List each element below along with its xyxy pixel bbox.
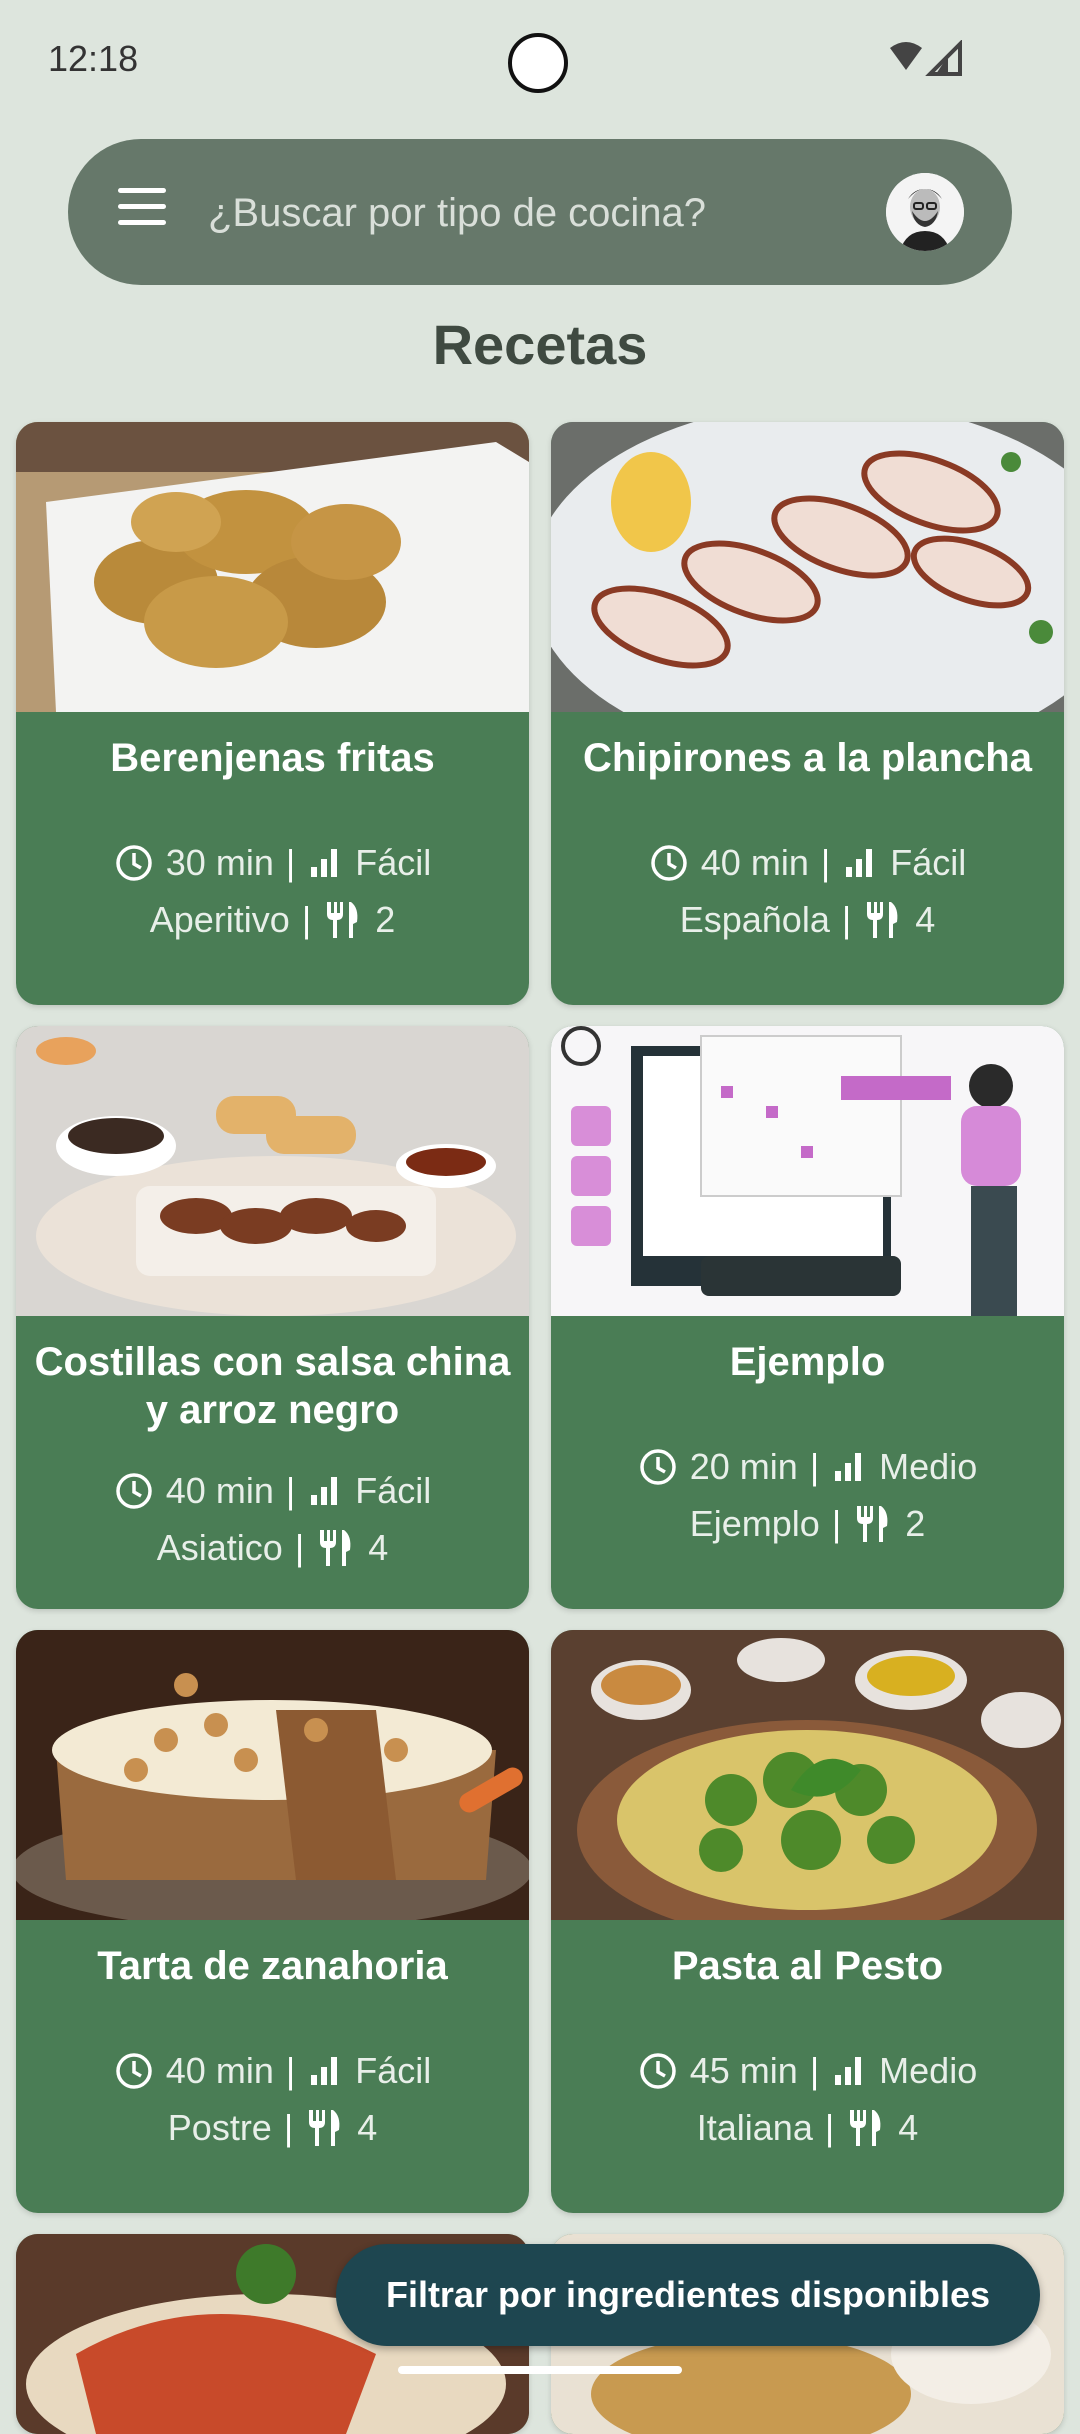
separator: | bbox=[824, 2107, 835, 2148]
recipe-time: 40 min bbox=[165, 1470, 274, 1511]
camera-cutout bbox=[508, 33, 568, 93]
recipe-meta-row: 40 min | Fácil bbox=[16, 2050, 529, 2092]
separator: | bbox=[301, 899, 312, 940]
recipe-time: 45 min bbox=[689, 2050, 798, 2091]
recipe-category: Postre bbox=[167, 2107, 272, 2148]
recipe-difficulty: Medio bbox=[879, 2050, 978, 2091]
recipe-servings: 4 bbox=[898, 2107, 919, 2148]
clock-icon bbox=[651, 845, 687, 881]
recipe-card[interactable]: Pasta al Pesto 45 min | Medio Italiana |… bbox=[551, 1630, 1064, 2213]
recipe-image bbox=[16, 422, 529, 712]
recipe-title: Ejemplo bbox=[729, 1340, 886, 1384]
separator: | bbox=[809, 1446, 820, 1487]
recipe-time: 40 min bbox=[165, 2050, 274, 2091]
recipe-image bbox=[16, 1630, 529, 1920]
difficulty-icon bbox=[835, 1453, 862, 1481]
clock-icon bbox=[640, 2053, 676, 2089]
menu-icon[interactable] bbox=[118, 188, 168, 236]
recipe-card[interactable]: Ejemplo 20 min | Medio Ejemplo | 2 bbox=[551, 1026, 1064, 1609]
recipe-meta-row-2: Asiatico | 4 bbox=[16, 1527, 529, 1569]
recipe-card[interactable]: Chipirones a la plancha 40 min | Fácil E… bbox=[551, 422, 1064, 1005]
recipe-meta-row: 45 min | Medio bbox=[551, 2050, 1064, 2092]
recipe-meta-row-2: Española | 4 bbox=[551, 899, 1064, 941]
recipe-difficulty: Fácil bbox=[890, 842, 967, 883]
recipe-category: Española bbox=[679, 899, 830, 940]
recipe-servings: 4 bbox=[368, 1527, 389, 1568]
recipe-time: 20 min bbox=[689, 1446, 798, 1487]
recipe-image bbox=[551, 1630, 1064, 1920]
recipe-time: 30 min bbox=[165, 842, 274, 883]
recipe-category: Asiatico bbox=[156, 1527, 283, 1568]
recipe-title: Berenjenas fritas bbox=[110, 736, 435, 780]
search-bar bbox=[68, 139, 1012, 285]
difficulty-icon bbox=[846, 849, 873, 877]
recipe-servings: 4 bbox=[915, 899, 936, 940]
recipe-meta-row-2: Ejemplo | 2 bbox=[551, 1503, 1064, 1545]
difficulty-icon bbox=[311, 2057, 338, 2085]
recipe-servings: 2 bbox=[375, 899, 396, 940]
recipe-difficulty: Fácil bbox=[355, 2050, 432, 2091]
clock-icon bbox=[640, 1449, 676, 1485]
recipe-title: Costillas con salsa china y arroz negro bbox=[34, 1340, 511, 1432]
wifi-icon bbox=[890, 42, 922, 70]
recipe-difficulty: Fácil bbox=[355, 842, 432, 883]
difficulty-icon bbox=[311, 849, 338, 877]
filter-ingredients-button[interactable]: Filtrar por ingredientes disponibles bbox=[336, 2244, 1040, 2346]
recipe-meta-row: 40 min | Fácil bbox=[551, 842, 1064, 884]
recipe-difficulty: Medio bbox=[879, 1446, 978, 1487]
separator: | bbox=[841, 899, 852, 940]
status-bar: 12:18 bbox=[0, 0, 1080, 120]
recipe-category: Aperitivo bbox=[149, 899, 290, 940]
clock-icon bbox=[116, 2053, 152, 2089]
recipe-meta-row-2: Italiana | 4 bbox=[551, 2107, 1064, 2149]
page-title: Recetas bbox=[432, 313, 648, 376]
separator: | bbox=[831, 1503, 842, 1544]
separator: | bbox=[285, 1470, 296, 1511]
recipe-category: Italiana bbox=[696, 2107, 813, 2148]
separator: | bbox=[809, 2050, 820, 2091]
difficulty-icon bbox=[835, 2057, 862, 2085]
servings-icon bbox=[309, 2110, 340, 2146]
separator: | bbox=[285, 2050, 296, 2091]
recipe-card[interactable]: Berenjenas fritas 30 min | Fácil Aperiti… bbox=[16, 422, 529, 1005]
servings-icon bbox=[327, 902, 358, 938]
servings-icon bbox=[857, 1506, 888, 1542]
recipe-image bbox=[551, 1026, 1064, 1316]
recipe-meta-row: 40 min | Fácil bbox=[16, 1470, 529, 1512]
recipe-card[interactable]: Tarta de zanahoria 40 min | Fácil Postre… bbox=[16, 1630, 529, 2213]
clock-icon bbox=[116, 1473, 152, 1509]
recipe-meta-row: 20 min | Medio bbox=[551, 1446, 1064, 1488]
recipe-image bbox=[16, 1026, 529, 1316]
home-indicator bbox=[398, 2366, 682, 2374]
avatar[interactable] bbox=[886, 173, 964, 251]
recipe-meta-row-2: Aperitivo | 2 bbox=[16, 899, 529, 941]
recipe-title: Pasta al Pesto bbox=[671, 1944, 944, 1988]
recipe-title: Chipirones a la plancha bbox=[582, 736, 1032, 780]
separator: | bbox=[294, 1527, 305, 1568]
difficulty-icon bbox=[311, 1477, 338, 1505]
recipe-difficulty: Fácil bbox=[355, 1470, 432, 1511]
recipe-title: Tarta de zanahoria bbox=[97, 1944, 448, 1988]
separator: | bbox=[285, 842, 296, 883]
wifi-signal-icons bbox=[890, 40, 962, 76]
recipe-card[interactable]: Costillas con salsa china y arroz negro … bbox=[16, 1026, 529, 1609]
recipe-category: Ejemplo bbox=[689, 1503, 820, 1544]
servings-icon bbox=[320, 1530, 351, 1566]
recipe-servings: 2 bbox=[905, 1503, 926, 1544]
separator: | bbox=[283, 2107, 294, 2148]
servings-icon bbox=[867, 902, 898, 938]
status-time: 12:18 bbox=[48, 38, 139, 79]
clock-icon bbox=[116, 845, 152, 881]
recipe-time: 40 min bbox=[700, 842, 809, 883]
recipe-servings: 4 bbox=[357, 2107, 378, 2148]
servings-icon bbox=[850, 2110, 881, 2146]
recipe-image bbox=[551, 422, 1064, 712]
separator: | bbox=[820, 842, 831, 883]
recipe-meta-row: 30 min | Fácil bbox=[16, 842, 529, 884]
recipe-meta-row-2: Postre | 4 bbox=[16, 2107, 529, 2149]
search-input[interactable] bbox=[206, 179, 850, 247]
